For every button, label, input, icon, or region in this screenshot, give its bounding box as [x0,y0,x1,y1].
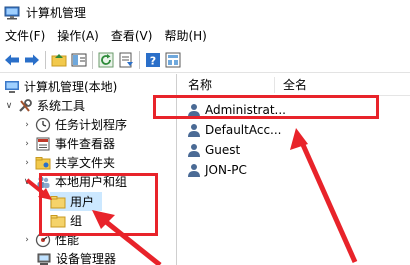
chevron-right-icon[interactable]: › [22,120,32,130]
tree-item-device-manager[interactable]: 设备管理器 [36,249,116,265]
annotation-box-administrator [153,95,379,119]
user-name: JON-PC [205,162,247,177]
shared-folder-icon [35,155,51,171]
tree-item-system-tools[interactable]: ∨ 系统工具 [4,96,85,115]
chevron-down-icon[interactable]: ∨ [4,101,14,111]
tree-label-shared-folders: 共享文件夹 [55,156,116,170]
window-title: 计算机管理 [26,6,87,20]
menu-help[interactable]: 帮助(H) [158,25,212,47]
tree-label-event-viewer: 事件查看器 [55,137,116,151]
event-viewer-icon [35,136,51,152]
toolbar: ? [0,47,410,73]
tree-label-system-tools: 系统工具 [37,99,86,113]
computer-management-icon [4,6,20,20]
show-hide-tree-icon[interactable] [70,51,88,69]
annotation-box-users-group [39,173,158,236]
list-item[interactable]: Guest [186,140,240,159]
help-icon[interactable]: ? [144,51,162,69]
navigation-tree: 计算机管理(本地) ∨ 系统工具 › 任务计划程序 › 事件查看器 › 共享文件… [0,74,177,265]
title-bar: 计算机管理 [0,0,410,25]
export-list-icon[interactable] [117,51,135,69]
tools-icon [17,98,33,114]
chevron-right-icon[interactable]: › [22,139,32,149]
user-name: DefaultAcc... [205,122,282,137]
column-header-full-name[interactable]: 全名 [275,76,307,93]
tree-item-event-viewer[interactable]: › 事件查看器 [22,134,115,153]
tree-item-root[interactable]: 计算机管理(本地) [4,77,117,96]
properties-icon[interactable] [164,51,182,69]
forward-arrow-icon[interactable] [23,51,41,69]
chevron-right-icon[interactable]: › [22,235,32,245]
menu-bar: 文件(F) 操作(A) 查看(V) 帮助(H) [0,25,410,47]
up-folder-icon[interactable] [50,51,68,69]
list-item[interactable]: JON-PC [186,160,247,179]
clock-icon [35,117,51,133]
back-arrow-icon[interactable] [3,51,21,69]
menu-action[interactable]: 操作(A) [51,25,105,47]
toolbar-separator [92,50,93,69]
tree-label-device-manager: 设备管理器 [56,252,117,265]
user-name: Guest [205,142,241,157]
user-icon [186,122,202,138]
list-header: 名称 全名 [178,74,410,96]
list-item[interactable]: DefaultAcc... [186,120,281,139]
tree-item-shared-folders[interactable]: › 共享文件夹 [22,153,115,172]
tree-label-task-scheduler: 任务计划程序 [55,118,128,132]
tree-item-task-scheduler[interactable]: › 任务计划程序 [22,115,127,134]
menu-file[interactable]: 文件(F) [0,25,51,47]
menu-view[interactable]: 查看(V) [105,25,159,47]
computer-icon [4,79,20,95]
toolbar-separator [45,50,46,69]
user-icon [186,162,202,178]
svg-text:?: ? [150,54,156,67]
toolbar-separator [139,50,140,69]
device-manager-icon [36,251,52,265]
tree-label-root: 计算机管理(本地) [24,80,118,94]
column-header-name[interactable]: 名称 [178,76,274,93]
chevron-down-icon[interactable]: ∨ [22,177,32,187]
refresh-icon[interactable] [97,51,115,69]
user-icon [186,142,202,158]
chevron-right-icon[interactable]: › [22,158,32,168]
